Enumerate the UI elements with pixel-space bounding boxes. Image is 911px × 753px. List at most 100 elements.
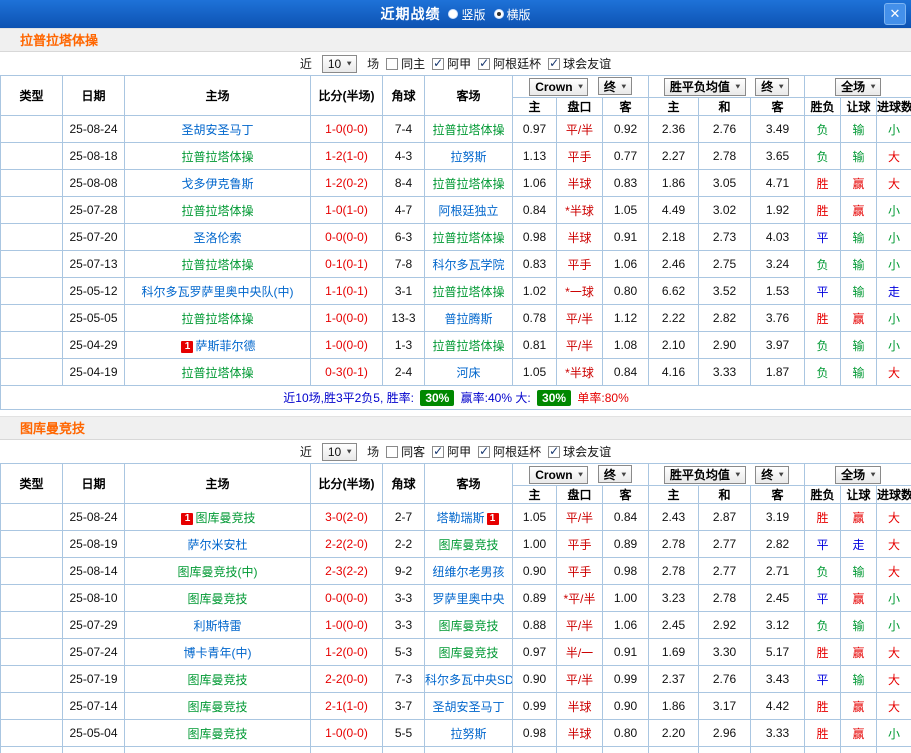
- league-filter[interactable]: ✓ 阿根廷杯: [478, 55, 541, 72]
- titlebar: 近期战绩 竖版 横版 ✕: [0, 0, 911, 28]
- away-team-link[interactable]: 圣胡安圣马丁: [432, 700, 504, 714]
- checkbox-checked-icon: ✓: [548, 55, 561, 70]
- match-row: 阿甲 25-05-05 拉普拉塔体操 1-0(0-0) 13-3 普拉腾斯 0.78 平/半 1…: [0, 304, 911, 332]
- home-team-link[interactable]: 图库曼竞技(中): [178, 565, 258, 579]
- score-cell: 3-0(2-0): [310, 503, 383, 531]
- league-filter[interactable]: ✓ 球会友谊: [548, 55, 611, 72]
- home-team-link[interactable]: 萨斯菲尔德: [195, 339, 255, 353]
- goals-result-cell: 小: [876, 719, 911, 747]
- home-team-link[interactable]: 图库曼竞技: [187, 673, 247, 687]
- away-team-link[interactable]: 图库曼竞技: [438, 646, 498, 660]
- full-select[interactable]: 全场 ▼: [835, 465, 881, 484]
- mean-away-cell: 5.17: [749, 638, 806, 666]
- odds-stage-select[interactable]: 终 ▼: [597, 465, 632, 484]
- home-team-link[interactable]: 图库曼竞技: [187, 727, 247, 741]
- mean-home-cell: 2.78: [648, 530, 699, 558]
- handicap-cell: 平/半: [556, 665, 603, 693]
- home-team-link[interactable]: 拉普拉塔体操: [181, 204, 253, 218]
- mean-stage-select[interactable]: 终 ▼: [755, 77, 790, 96]
- away-team-link[interactable]: 拉努斯: [450, 150, 486, 164]
- home-team-link[interactable]: 拉普拉塔体操: [181, 150, 253, 164]
- home-team-link[interactable]: 拉普拉塔体操: [181, 312, 253, 326]
- home-team-link[interactable]: 图库曼竞技: [187, 700, 247, 714]
- handicap-result-cell: 输: [840, 557, 878, 585]
- match-row: 阿甲 25-08-24 圣胡安圣马丁 1-0(0-0) 7-4 拉普拉塔体操 0.97 平/半…: [0, 115, 911, 143]
- score-cell: 1-0(0-0): [310, 115, 383, 143]
- away-team-link[interactable]: 拉普拉塔体操: [432, 123, 504, 137]
- win-rate-badge: 30%: [420, 390, 455, 406]
- recent-count-select[interactable]: 10 ▼: [321, 442, 358, 461]
- date-cell: 25-07-28: [62, 196, 125, 224]
- score-cell: 1-1(0-0): [310, 746, 383, 753]
- away-team-link[interactable]: 河床: [456, 366, 480, 380]
- home-team-link[interactable]: 圣洛伦索: [193, 231, 241, 245]
- close-button[interactable]: ✕: [884, 3, 906, 25]
- bookmaker-select[interactable]: Crown ▼: [529, 77, 589, 96]
- league-filter[interactable]: ✓ 阿甲: [432, 443, 471, 460]
- mean-stage-select[interactable]: 终 ▼: [755, 465, 790, 484]
- mean-away-cell: 1.53: [749, 277, 806, 305]
- away-team-link[interactable]: 普拉腾斯: [444, 312, 492, 326]
- bookmaker-select[interactable]: Crown ▼: [529, 465, 589, 484]
- match-row: 阿甲 25-08-10 图库曼竞技 0-0(0-0) 3-3 罗萨里奥中央 0.89 *平/半…: [0, 584, 911, 612]
- home-team-link[interactable]: 拉普拉塔体操: [181, 366, 253, 380]
- league-cell: 阿甲: [0, 584, 63, 612]
- odds-home-cell: 0.78: [512, 304, 557, 332]
- away-team-link[interactable]: 图库曼竞技: [438, 619, 498, 633]
- checkbox-unchecked-icon: [386, 57, 399, 70]
- home-team-link[interactable]: 拉普拉塔体操: [181, 258, 253, 272]
- home-team-link[interactable]: 戈多伊克鲁斯: [181, 177, 253, 191]
- date-cell: 25-07-20: [62, 223, 125, 251]
- away-team-link[interactable]: 纽维尔老男孩: [432, 565, 504, 579]
- away-team-cell: 图库曼竞技: [424, 611, 513, 639]
- recent-count-select[interactable]: 10 ▼: [321, 54, 358, 73]
- home-team-link[interactable]: 圣胡安圣马丁: [181, 123, 253, 137]
- league-filter[interactable]: ✓ 球会友谊: [548, 443, 611, 460]
- mean-select[interactable]: 胜平负均值 ▼: [663, 465, 746, 484]
- away-team-link[interactable]: 阿根廷独立: [438, 204, 498, 218]
- away-team-link[interactable]: 罗萨里奥中央: [432, 592, 504, 606]
- odds-stage-select[interactable]: 终 ▼: [597, 77, 632, 96]
- home-team-cell: 拉普拉塔体操: [124, 304, 311, 332]
- league-filter[interactable]: ✓ 阿甲: [432, 55, 471, 72]
- home-team-link[interactable]: 图库曼竞技: [195, 511, 255, 525]
- layout-horizontal-option[interactable]: 横版: [493, 6, 531, 23]
- away-team-cell: 阿根廷独立: [424, 746, 513, 753]
- away-team-link[interactable]: 拉普拉塔体操: [432, 339, 504, 353]
- chevron-down-icon: ▼: [345, 59, 354, 68]
- home-team-cell: 萨尔米安杜: [124, 530, 311, 558]
- home-team-link[interactable]: 萨尔米安杜: [187, 538, 247, 552]
- mean-away-cell: 1.92: [749, 196, 806, 224]
- home-team-link[interactable]: 科尔多瓦罗萨里奥中央队(中): [142, 285, 294, 299]
- away-team-link[interactable]: 拉普拉塔体操: [432, 231, 504, 245]
- same-venue-filter[interactable]: 同客: [386, 443, 425, 460]
- same-venue-filter[interactable]: 同主: [386, 55, 425, 72]
- away-team-link[interactable]: 科尔多瓦学院: [432, 258, 504, 272]
- corner-cell: 7-4: [382, 115, 425, 143]
- chevron-down-icon: ▼: [777, 470, 786, 479]
- col-handicap: 盘口: [556, 485, 603, 504]
- outcome-cell: 负: [804, 358, 842, 386]
- away-team-link[interactable]: 拉普拉塔体操: [432, 177, 504, 191]
- home-team-link[interactable]: 图库曼竞技: [187, 592, 247, 606]
- goals-result-cell: 小: [876, 304, 911, 332]
- mean-home-cell: 6.62: [648, 277, 699, 305]
- full-select[interactable]: 全场 ▼: [835, 77, 881, 96]
- away-team-link[interactable]: 科尔多瓦中央SDE: [426, 673, 512, 687]
- home-team-link[interactable]: 博卡青年(中): [184, 646, 252, 660]
- away-team-link[interactable]: 图库曼竞技: [438, 538, 498, 552]
- col-odds-home: 主: [512, 97, 557, 116]
- home-team-cell: 拉普拉塔体操: [124, 358, 311, 386]
- corner-cell: 2-2: [382, 530, 425, 558]
- home-team-link[interactable]: 利斯特雷: [193, 619, 241, 633]
- mean-draw-cell: 3.17: [698, 692, 751, 720]
- corner-cell: 13-3: [382, 304, 425, 332]
- away-team-link[interactable]: 拉努斯: [450, 727, 486, 741]
- away-team-link[interactable]: 塔勒瑞斯: [436, 511, 484, 525]
- away-team-link[interactable]: 拉普拉塔体操: [432, 285, 504, 299]
- away-team-cell: 纽维尔老男孩: [424, 557, 513, 585]
- league-filter[interactable]: ✓ 阿根廷杯: [478, 443, 541, 460]
- section-team-name: 拉普拉塔体操: [20, 33, 99, 48]
- mean-select[interactable]: 胜平负均值 ▼: [663, 77, 746, 96]
- layout-vertical-option[interactable]: 竖版: [448, 6, 486, 23]
